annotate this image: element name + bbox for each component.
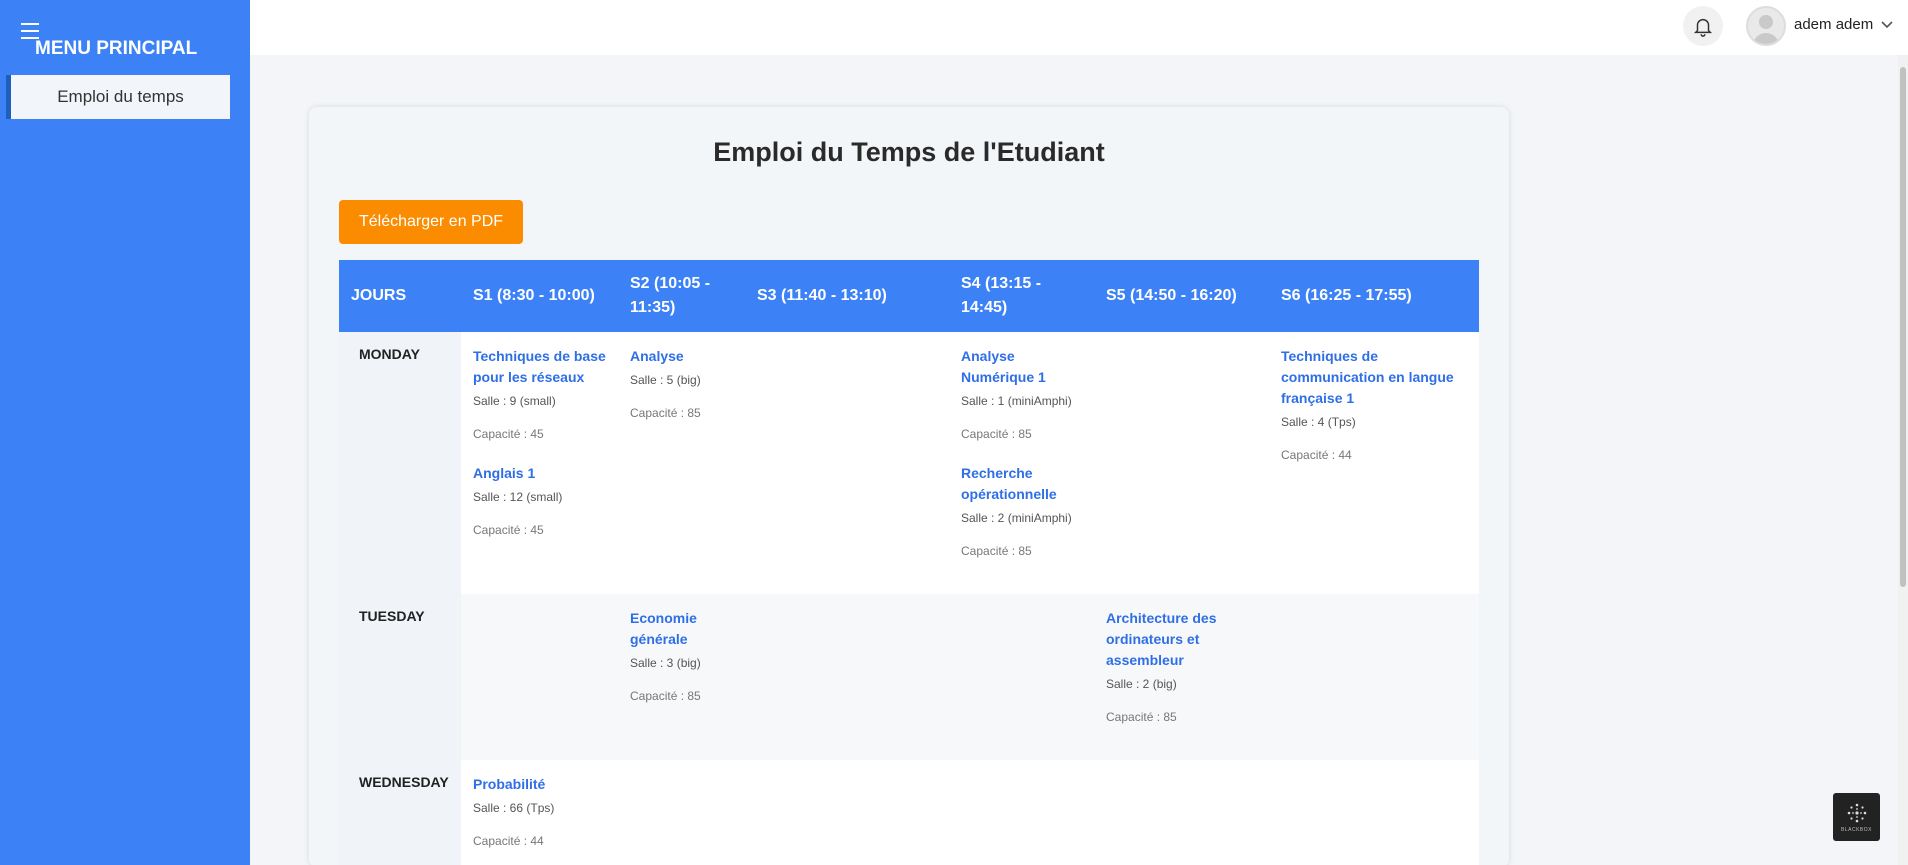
timetable-header-row: JOURS S1 (8:30 - 10:00) S2 (10:05 - 11:35)…	[339, 260, 1479, 332]
top-bar	[250, 0, 1908, 55]
scrollbar-thumb[interactable]	[1900, 67, 1906, 587]
course-name-link[interactable]: Analyse Numérique 1	[961, 346, 1082, 388]
timetable-cell	[745, 332, 949, 594]
course-name-link[interactable]: Recherche opérationnelle	[961, 463, 1082, 505]
course-room: Salle : 1 (miniAmphi)	[961, 394, 1072, 408]
table-row: TUESDAY Economie générale Salle : 3 (big) C…	[339, 594, 1479, 760]
user-name[interactable]: adem adem	[1794, 16, 1873, 33]
timetable-cell	[745, 594, 949, 760]
chevron-down-icon[interactable]	[1880, 20, 1894, 30]
course-capacity: Capacité : 85	[1106, 710, 1177, 724]
day-label: MONDAY	[339, 332, 461, 594]
timetable-cell: Probabilité Salle : 66 (Tps) Capacité : 44	[461, 760, 618, 865]
course-name-link[interactable]: Techniques de communication en langue fr…	[1281, 346, 1467, 409]
header-slot-1: S1 (8:30 - 10:00)	[461, 260, 618, 332]
timetable-cell	[1094, 760, 1269, 865]
timetable-cell	[461, 594, 618, 760]
day-label: WEDNESDAY	[339, 760, 461, 865]
course-name-link[interactable]: Economie générale	[630, 608, 733, 650]
menu-icon[interactable]	[21, 23, 39, 39]
user-avatar-icon[interactable]	[1746, 6, 1786, 46]
timetable-cell: Analyse Salle : 5 (big) Capacité : 85	[618, 332, 745, 594]
course-room: Salle : 9 (small)	[473, 394, 556, 408]
header-slot-5: S5 (14:50 - 16:20)	[1094, 260, 1269, 332]
timetable-cell	[949, 594, 1094, 760]
sidebar-item-emploi-du-temps[interactable]: Emploi du temps	[6, 75, 230, 119]
header-slot-4: S4 (13:15 - 14:45)	[949, 260, 1094, 332]
course-room: Salle : 5 (big)	[630, 373, 701, 387]
blackbox-badge[interactable]: BLACKBOX	[1833, 793, 1880, 841]
timetable-cell	[618, 760, 745, 865]
course-room: Salle : 66 (Tps)	[473, 801, 555, 815]
sidebar-title: MENU PRINCIPAL	[35, 38, 198, 59]
course-capacity: Capacité : 44	[473, 834, 544, 848]
course-room: Salle : 12 (small)	[473, 490, 563, 504]
course-entry: Architecture des ordinateurs et assemble…	[1106, 608, 1257, 724]
course-name-link[interactable]: Probabilité	[473, 774, 606, 795]
table-row: MONDAY Techniques de base pour les réseau…	[339, 332, 1479, 594]
course-room: Salle : 3 (big)	[630, 656, 701, 670]
page-title: Emploi du Temps de l'Etudiant	[713, 137, 1105, 167]
course-name-link[interactable]: Architecture des ordinateurs et assemble…	[1106, 608, 1257, 671]
course-room: Salle : 2 (big)	[1106, 677, 1177, 691]
timetable-cell: Techniques de communication en langue fr…	[1269, 332, 1479, 594]
timetable: JOURS S1 (8:30 - 10:00) S2 (10:05 - 11:35)…	[339, 260, 1479, 865]
course-room: Salle : 4 (Tps)	[1281, 415, 1356, 429]
course-entry: Anglais 1 Salle : 12 (small) Capacité : 45	[473, 463, 606, 537]
timetable-cell: Architecture des ordinateurs et assemble…	[1094, 594, 1269, 760]
timetable-cell	[1269, 760, 1479, 865]
course-entry: Economie générale Salle : 3 (big) Capacité…	[630, 608, 733, 703]
timetable-cell: Analyse Numérique 1 Salle : 1 (miniAmphi)…	[949, 332, 1094, 594]
sidebar: MENU PRINCIPAL Emploi du temps	[0, 0, 250, 865]
scrollbar[interactable]	[1898, 55, 1908, 865]
notifications-button[interactable]	[1683, 6, 1723, 46]
course-entry: Recherche opérationnelle Salle : 2 (miniA…	[961, 463, 1082, 558]
course-capacity: Capacité : 45	[473, 523, 544, 537]
course-entry: Techniques de communication en langue fr…	[1281, 346, 1467, 462]
timetable-cell	[1269, 594, 1479, 760]
course-entry: Probabilité Salle : 66 (Tps) Capacité : 44	[473, 774, 606, 848]
course-entry: Techniques de base pour les réseaux Salle…	[473, 346, 606, 441]
logo-icon	[1847, 803, 1866, 822]
course-capacity: Capacité : 44	[1281, 448, 1352, 462]
course-name-link[interactable]: Techniques de base pour les réseaux	[473, 346, 606, 388]
header-slot-2: S2 (10:05 - 11:35)	[618, 260, 745, 332]
download-pdf-button[interactable]: Télécharger en PDF	[339, 200, 523, 244]
header-jours: JOURS	[339, 260, 461, 332]
course-capacity: Capacité : 45	[473, 427, 544, 441]
course-capacity: Capacité : 85	[961, 427, 1032, 441]
bell-icon	[1693, 18, 1713, 37]
header-slot-3: S3 (11:40 - 13:10)	[745, 260, 949, 332]
course-entry: Analyse Salle : 5 (big) Capacité : 85	[630, 346, 733, 420]
day-label: TUESDAY	[339, 594, 461, 760]
timetable-cell	[745, 760, 949, 865]
course-capacity: Capacité : 85	[630, 689, 701, 703]
timetable-cell: Techniques de base pour les réseaux Salle…	[461, 332, 618, 594]
timetable-cell	[1094, 332, 1269, 594]
course-capacity: Capacité : 85	[630, 406, 701, 420]
course-name-link[interactable]: Analyse	[630, 346, 733, 367]
course-name-link[interactable]: Anglais 1	[473, 463, 606, 484]
timetable-cell	[949, 760, 1094, 865]
course-capacity: Capacité : 85	[961, 544, 1032, 558]
course-room: Salle : 2 (miniAmphi)	[961, 511, 1072, 525]
table-row: WEDNESDAY Probabilité Salle : 66 (Tps) Capa…	[339, 760, 1479, 865]
header-slot-6: S6 (16:25 - 17:55)	[1269, 260, 1479, 332]
timetable-cell: Economie générale Salle : 3 (big) Capacité…	[618, 594, 745, 760]
course-entry: Analyse Numérique 1 Salle : 1 (miniAmphi)…	[961, 346, 1082, 441]
badge-label: BLACKBOX	[1841, 826, 1872, 833]
